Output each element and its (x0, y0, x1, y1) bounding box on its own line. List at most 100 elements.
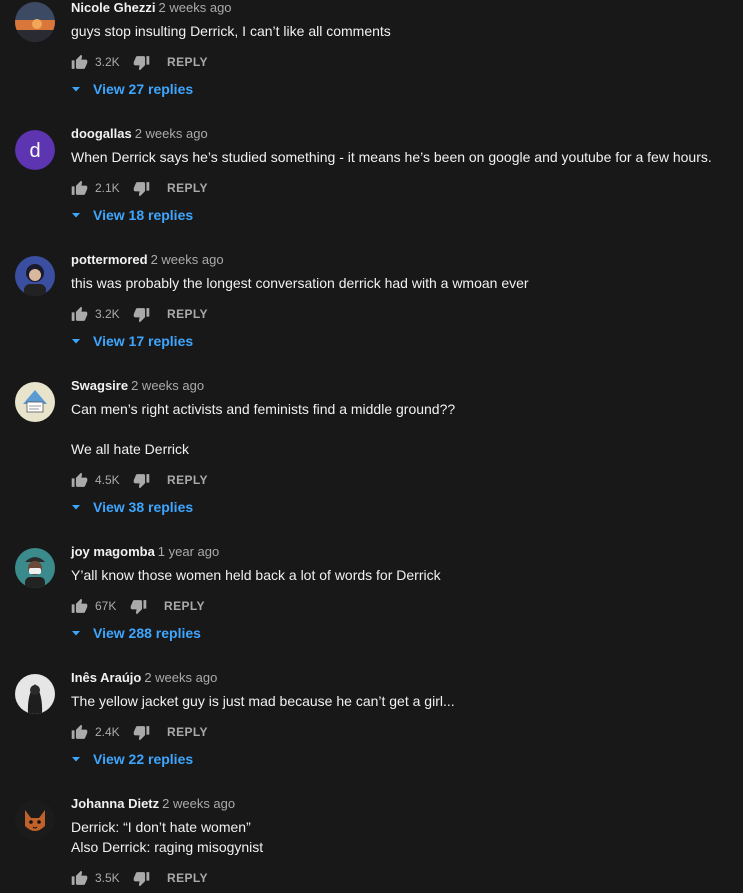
caret-down-icon (71, 210, 81, 220)
like-icon[interactable] (71, 598, 88, 615)
comment-body: Nicole Ghezzi 2 weeks ago guys stop insult… (71, 0, 735, 97)
comment-text: The yellow jacket guy is just mad becaus… (71, 691, 455, 711)
comment-text: Can men’s right activists and feminists … (71, 399, 455, 459)
comment-body: doogallas 2 weeks ago When Derrick says he… (71, 126, 735, 223)
like-count: 4.5K (95, 473, 120, 487)
comment-header: doogallas 2 weeks ago (71, 126, 735, 142)
like-icon[interactable] (71, 180, 88, 197)
timestamp[interactable]: 2 weeks ago (162, 796, 235, 811)
comment-text: this was probably the longest conversati… (71, 273, 529, 293)
timestamp[interactable]: 2 weeks ago (135, 126, 208, 141)
timestamp[interactable]: 2 weeks ago (159, 0, 232, 15)
comment-text: Y’all know those women held back a lot o… (71, 565, 441, 585)
avatar[interactable] (15, 674, 55, 714)
avatar-sunset-icon (15, 2, 55, 42)
author-name[interactable]: Nicole Ghezzi (71, 0, 156, 15)
view-replies-label: View 38 replies (93, 499, 194, 515)
comment-body: pottermored 2 weeks ago this was probably … (71, 252, 735, 349)
dislike-icon[interactable] (133, 54, 150, 71)
view-replies-label: View 288 replies (93, 625, 201, 641)
avatar[interactable] (15, 548, 55, 588)
timestamp[interactable]: 2 weeks ago (151, 252, 224, 267)
comment-actions: 2.1K REPLY (71, 178, 208, 198)
like-icon[interactable] (71, 472, 88, 489)
dislike-icon[interactable] (133, 724, 150, 741)
timestamp[interactable]: 1 year ago (158, 544, 219, 559)
comment-actions: 3.5K REPLY (71, 868, 208, 888)
timestamp[interactable]: 2 weeks ago (131, 378, 204, 393)
avatar[interactable] (15, 800, 55, 840)
like-count: 2.4K (95, 725, 120, 739)
avatar[interactable] (15, 2, 55, 42)
dislike-icon[interactable] (130, 598, 147, 615)
author-name[interactable]: Swagsire (71, 378, 128, 393)
comment-header: Johanna Dietz 2 weeks ago (71, 796, 735, 812)
avatar[interactable] (15, 382, 55, 422)
avatar-letter-icon: d (15, 130, 55, 170)
dislike-icon[interactable] (133, 306, 150, 323)
avatar[interactable] (15, 256, 55, 296)
comment-header: joy magomba 1 year ago (71, 544, 735, 560)
comment-actions: 67K REPLY (71, 596, 205, 616)
comment-text-line: When Derrick says he’s studied something… (71, 149, 712, 165)
caret-down-icon (71, 754, 81, 764)
view-replies-button[interactable]: View 38 replies (71, 497, 193, 517)
dislike-icon[interactable] (133, 180, 150, 197)
comment-header: Swagsire 2 weeks ago (71, 378, 735, 394)
reply-button[interactable]: REPLY (167, 307, 208, 321)
comment-text: guys stop insulting Derrick, I can’t lik… (71, 21, 391, 41)
author-name[interactable]: pottermored (71, 252, 148, 267)
avatar-letter: d (29, 140, 40, 162)
view-replies-button[interactable]: View 17 replies (71, 331, 193, 351)
reply-button[interactable]: REPLY (167, 181, 208, 195)
comment-text-line: The yellow jacket guy is just mad becaus… (71, 693, 455, 709)
like-icon[interactable] (71, 54, 88, 71)
avatar[interactable]: d (15, 130, 55, 170)
comment-text-line: this was probably the longest conversati… (71, 275, 529, 291)
view-replies-label: View 22 replies (93, 751, 194, 767)
comment-actions: 4.5K REPLY (71, 470, 208, 490)
comment-text-line: Derrick: “I don’t hate women” (71, 819, 251, 835)
avatar-portrait-icon (15, 256, 55, 296)
dislike-icon[interactable] (133, 472, 150, 489)
avatar-shark-icon (15, 382, 55, 422)
comment-header: Inês Araújo 2 weeks ago (71, 670, 735, 686)
author-name[interactable]: Inês Araújo (71, 670, 141, 685)
view-replies-button[interactable]: View 18 replies (71, 205, 193, 225)
avatar-silhouette-icon (15, 674, 55, 714)
avatar-fox-icon (15, 800, 55, 840)
comment-actions: 3.2K REPLY (71, 304, 208, 324)
reply-button[interactable]: REPLY (164, 599, 205, 613)
caret-down-icon (71, 502, 81, 512)
reply-button[interactable]: REPLY (167, 871, 208, 885)
reply-button[interactable]: REPLY (167, 55, 208, 69)
comment-text: Derrick: “I don’t hate women” Also Derric… (71, 817, 263, 857)
view-replies-button[interactable]: View 27 replies (71, 79, 193, 99)
caret-down-icon (71, 84, 81, 94)
dislike-icon[interactable] (133, 870, 150, 887)
caret-down-icon (71, 628, 81, 638)
comment-body: Swagsire 2 weeks ago Can men’s right activ… (71, 378, 735, 515)
timestamp[interactable]: 2 weeks ago (144, 670, 217, 685)
author-name[interactable]: Johanna Dietz (71, 796, 159, 811)
like-icon[interactable] (71, 870, 88, 887)
author-name[interactable]: doogallas (71, 126, 132, 141)
comment-header: pottermored 2 weeks ago (71, 252, 735, 268)
comment-header: Nicole Ghezzi 2 weeks ago (71, 0, 735, 16)
reply-button[interactable]: REPLY (167, 473, 208, 487)
comment-actions: 3.2K REPLY (71, 52, 208, 72)
view-replies-button[interactable]: View 288 replies (71, 623, 201, 643)
caret-down-icon (71, 336, 81, 346)
like-count: 3.5K (95, 871, 120, 885)
comment-body: Johanna Dietz 2 weeks ago Derrick: “I don’… (71, 796, 735, 886)
like-count: 3.2K (95, 307, 120, 321)
author-name[interactable]: joy magomba (71, 544, 155, 559)
like-count: 3.2K (95, 55, 120, 69)
comment-actions: 2.4K REPLY (71, 722, 208, 742)
reply-button[interactable]: REPLY (167, 725, 208, 739)
like-icon[interactable] (71, 306, 88, 323)
like-icon[interactable] (71, 724, 88, 741)
view-replies-button[interactable]: View 22 replies (71, 749, 193, 769)
comment-text-line: Y’all know those women held back a lot o… (71, 567, 441, 583)
